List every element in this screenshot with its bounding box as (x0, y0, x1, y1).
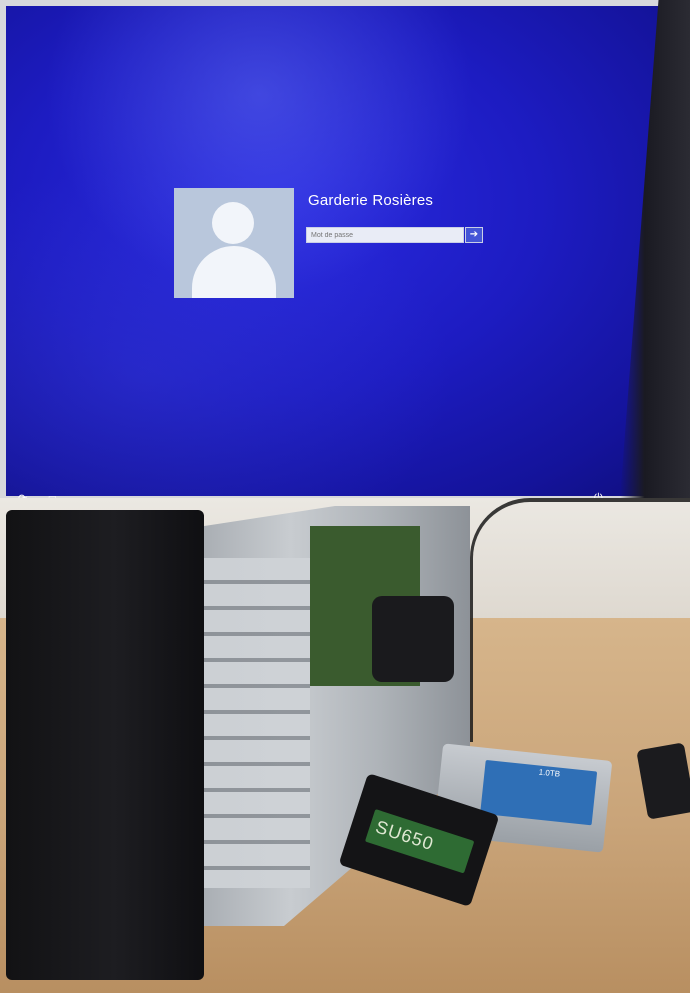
submit-arrow-button[interactable]: ➔ (465, 227, 483, 243)
drive-bays (190, 558, 310, 888)
avatar-head (212, 202, 254, 244)
cables (470, 498, 690, 742)
avatar-body (192, 246, 276, 298)
screen-glare (6, 6, 690, 496)
cpu-fan (372, 596, 454, 682)
pc-hardware-photo: 1.0TB SU650 (0, 498, 690, 993)
user-avatar (174, 188, 294, 298)
user-name-label: Garderie Rosières (308, 192, 434, 209)
monitor-photo: Garderie Rosières ➔ ⟳ ▭ ⏻ (0, 0, 690, 498)
password-input[interactable] (306, 227, 464, 243)
pc-tower-front (6, 510, 204, 980)
windows-login-screen: Garderie Rosières ➔ ⟳ ▭ ⏻ (6, 6, 690, 498)
